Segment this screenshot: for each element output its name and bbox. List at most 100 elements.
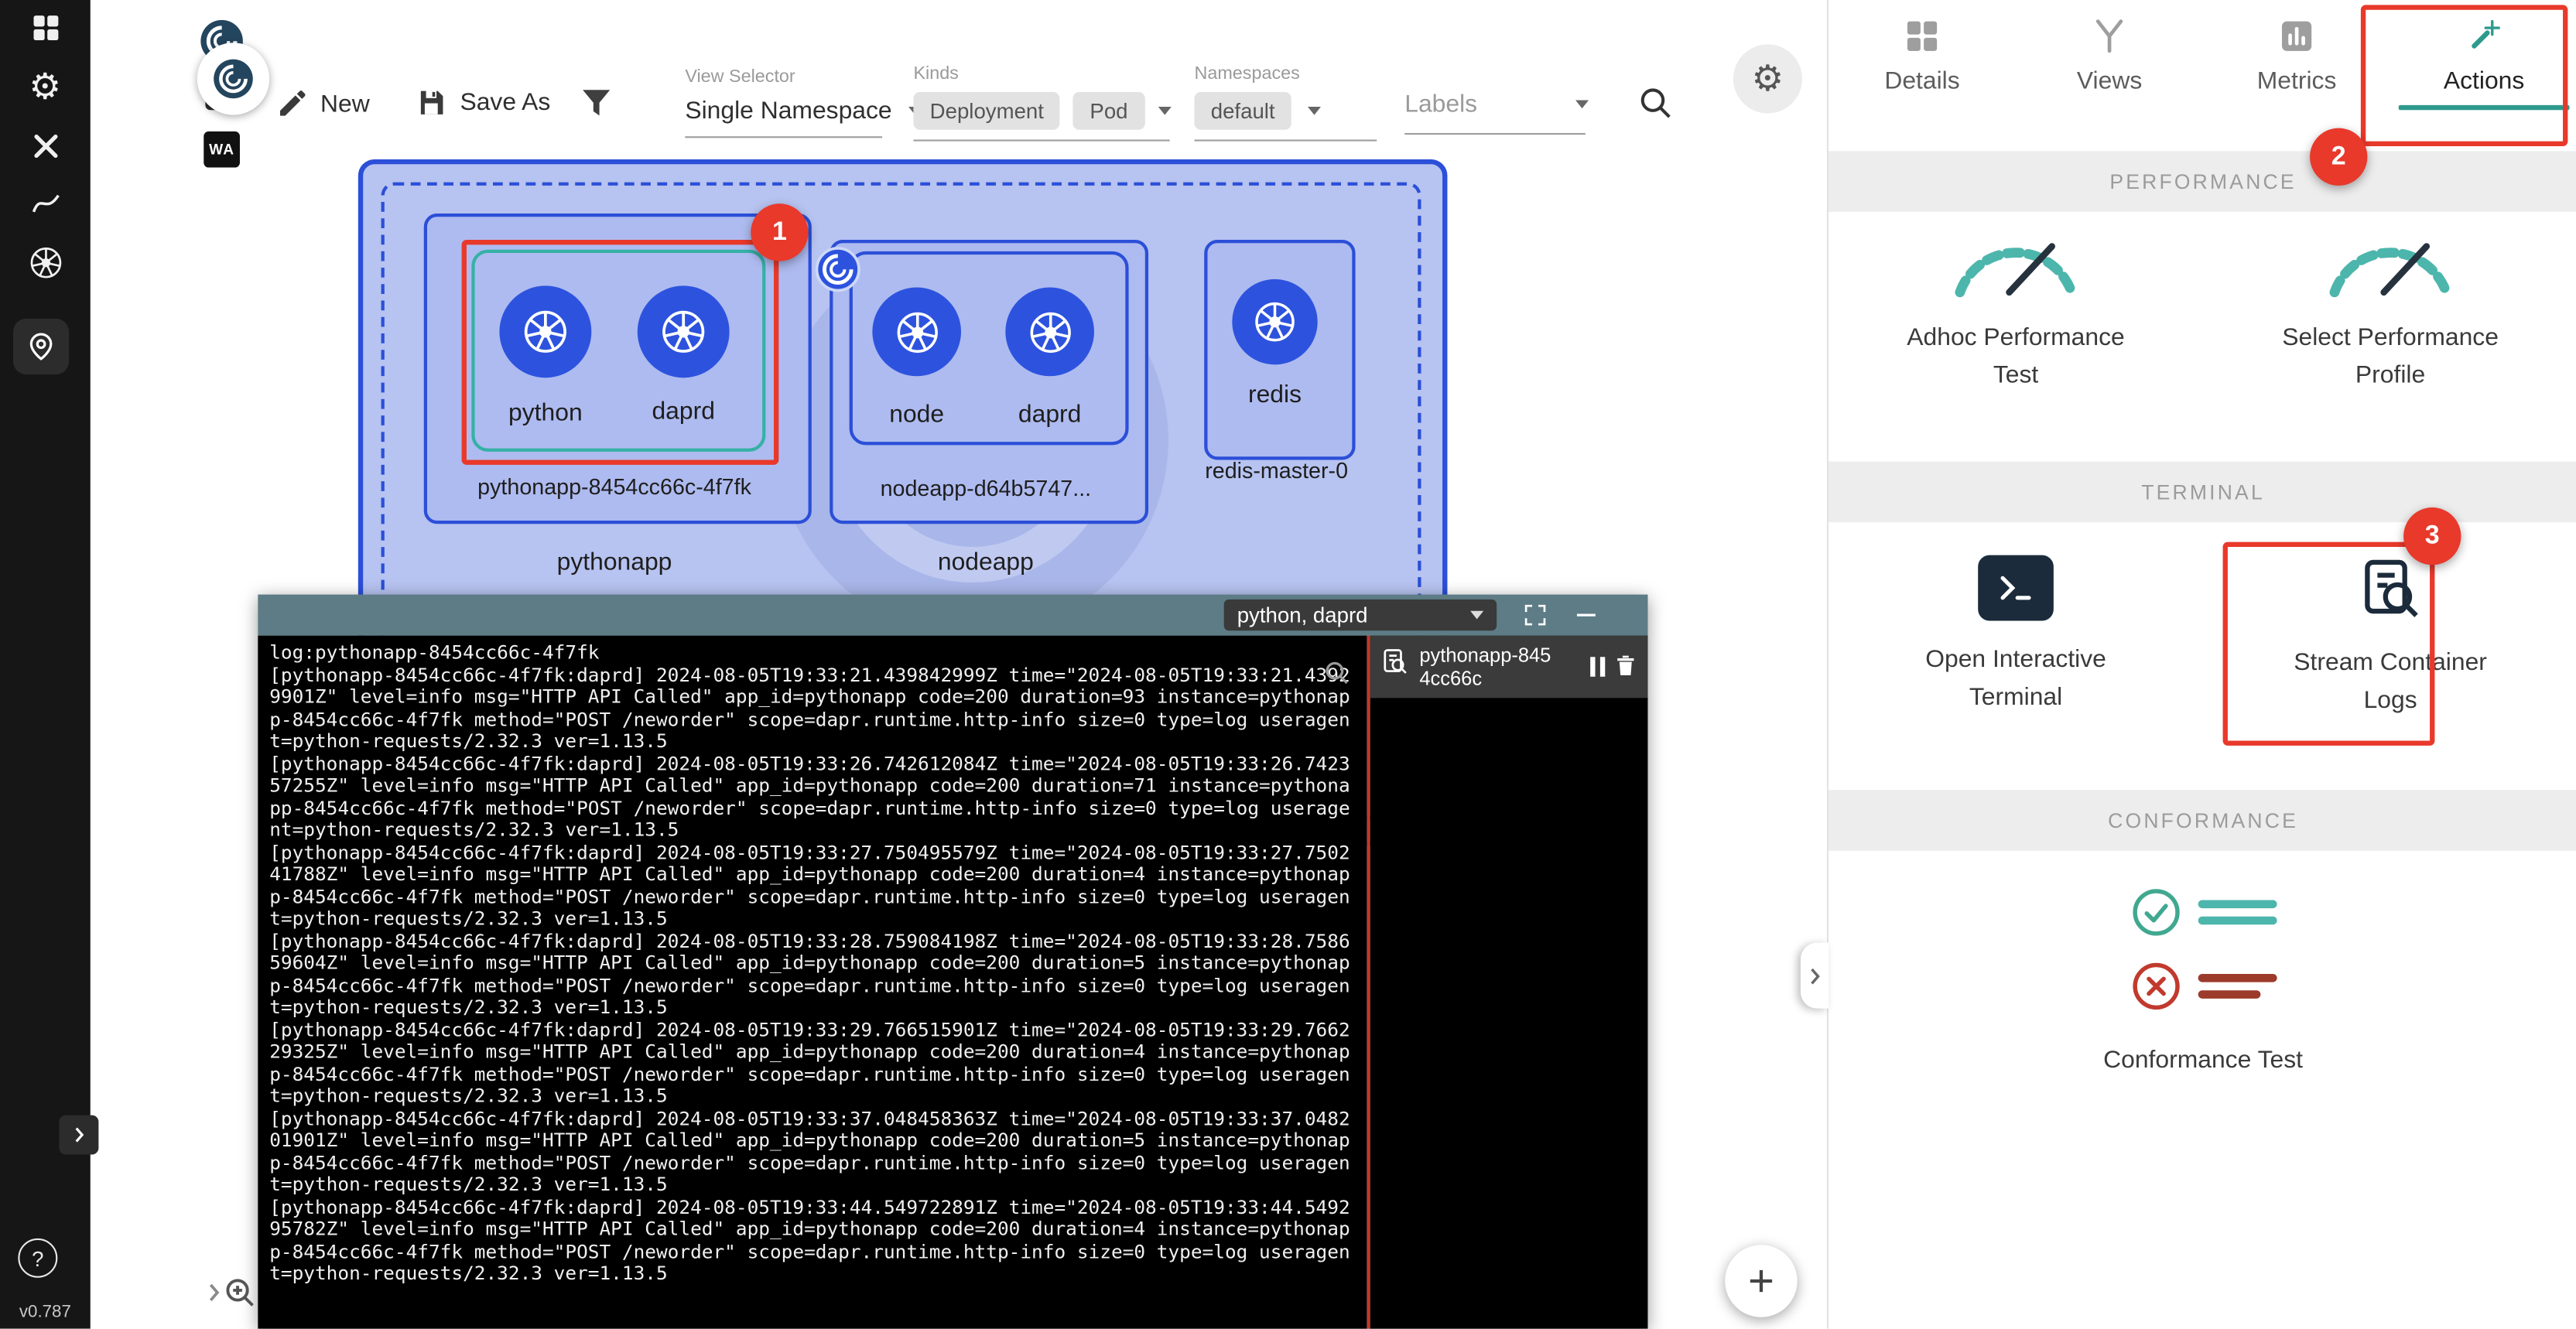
wa-badge[interactable]: WA [204, 132, 240, 168]
deployment-label: nodeapp [830, 548, 1141, 576]
tab-actions[interactable]: Actions [2390, 0, 2576, 145]
tab-label: Views [2077, 67, 2142, 95]
gauge-icon [2321, 224, 2459, 299]
container-selector-dropdown[interactable]: python, daprd [1224, 600, 1497, 630]
select-underline [1194, 139, 1377, 141]
namespaces-label: Namespaces [1194, 64, 1377, 84]
kind-chip-deployment[interactable]: Deployment [913, 92, 1060, 130]
namespaces-filter-group[interactable]: Namespaces default [1194, 64, 1377, 142]
sidebar-expand-button[interactable] [59, 1115, 98, 1155]
view-selector-label: View Selector [685, 67, 922, 87]
container-label: redis [1209, 381, 1341, 409]
kubernetes-wheel-icon [1252, 299, 1298, 344]
pause-stream-button[interactable] [1589, 656, 1605, 675]
add-button[interactable] [1725, 1245, 1797, 1317]
help-button[interactable]: ? [18, 1238, 57, 1278]
container-node-python[interactable] [499, 285, 591, 378]
adhoc-performance-test-action[interactable]: Adhoc PerformanceTest [1829, 224, 2203, 395]
container-label: node [851, 401, 983, 429]
log-search-button[interactable] [1322, 658, 1350, 695]
section-header-conformance: CONFORMANCE [1829, 790, 2576, 851]
pod-name-label: nodeapp-d64b5747... [830, 477, 1141, 501]
tab-label: Details [1884, 67, 1959, 95]
search-button[interactable] [1637, 84, 1675, 129]
kinds-label: Kinds [913, 64, 1170, 84]
scenes-rail: WA [91, 0, 181, 1329]
container-node-daprd[interactable] [638, 285, 730, 378]
log-output-area[interactable]: log:pythonapp-8454cc66c-4f7fk [pythonapp… [258, 636, 1367, 1329]
terminal-prompt-icon [1978, 555, 2054, 621]
save-as-button[interactable]: Save As [416, 87, 550, 118]
gauge-icon [1947, 224, 2085, 299]
gear-icon: ⚙ [1751, 57, 1784, 100]
active-tab-underline [2399, 105, 2570, 110]
panel-collapse-chevron[interactable] [1801, 943, 1829, 1009]
delete-session-button[interactable] [1613, 654, 1638, 678]
fullscreen-icon [1523, 603, 1548, 627]
kind-chip-pod[interactable]: Pod [1073, 92, 1144, 130]
container-node-node[interactable] [872, 288, 961, 377]
tab-label: Metrics [2257, 67, 2337, 95]
select-underline [685, 136, 882, 138]
new-button-label: New [320, 90, 370, 118]
kinds-filter-group[interactable]: Kinds Deployment Pod [913, 64, 1170, 142]
terminal-header: python, daprd [258, 595, 1647, 636]
stream-logs-icon [2356, 555, 2425, 624]
select-performance-profile-action[interactable]: Select PerformanceProfile [2203, 224, 2576, 395]
terminal-fullscreen-button[interactable] [1523, 603, 1548, 627]
annotation-badge-2: 2 [2310, 128, 2367, 186]
container-node-redis[interactable] [1232, 279, 1317, 364]
tab-views[interactable]: Views [2016, 0, 2203, 145]
settings-gears-icon[interactable]: ⚙ [0, 63, 91, 112]
conformance-test-action[interactable]: Conformance Test [1829, 887, 2576, 1078]
log-sessions-panel: pythonapp-8454cc66c [1370, 636, 1648, 1329]
save-icon [416, 87, 446, 118]
container-logs-icon [1380, 647, 1409, 677]
dapr-logo-icon [212, 57, 255, 100]
chevron-right-icon [1804, 965, 1825, 986]
search-icon [1322, 658, 1350, 686]
tab-metrics[interactable]: Metrics [2203, 0, 2390, 145]
curve-tool-icon[interactable] [0, 179, 91, 228]
namespace-chip-default[interactable]: default [1194, 92, 1291, 130]
log-text: log:pythonapp-8454cc66c-4f7fk [pythonapp… [258, 636, 1367, 1292]
annotation-badge-3: 3 [2403, 507, 2461, 565]
container-label: daprd [617, 398, 749, 425]
container-selector-value: python, daprd [1237, 603, 1368, 627]
tools-icon[interactable] [0, 121, 91, 171]
filter-button[interactable] [578, 85, 614, 129]
terminal-minimize-button[interactable] [1574, 603, 1599, 627]
trash-icon [1613, 654, 1638, 678]
right-panel: Details Views Metrics Actions PERFORMANC… [1827, 0, 2576, 1329]
container-label: python [480, 399, 611, 427]
new-button[interactable]: New [276, 87, 370, 120]
view-selector-group[interactable]: View Selector Single Namespace [685, 67, 922, 138]
actions-wand-icon [2465, 16, 2504, 56]
panel-tabs: Details Views Metrics Actions [1829, 0, 2576, 145]
tab-label: Actions [2444, 67, 2524, 95]
dapr-scene-button[interactable] [197, 43, 269, 114]
open-interactive-terminal-action[interactable]: Open InteractiveTerminal [1829, 555, 2203, 719]
canvas-zoom-button[interactable] [222, 1275, 258, 1319]
tab-details[interactable]: Details [1829, 0, 2016, 145]
location-pin-tool-active[interactable] [13, 319, 69, 374]
session-name: pythonapp-8454cc66c [1419, 644, 1557, 689]
stream-container-logs-action[interactable]: Stream ContainerLogs [2203, 555, 2576, 719]
version-label: v0.787 [0, 1303, 91, 1322]
apps-grid-icon[interactable] [0, 3, 91, 53]
pod-name-label: redis-master-0 [1172, 458, 1382, 483]
check-circle-icon [2130, 887, 2181, 938]
pause-icon [1589, 656, 1595, 675]
terminal-panel: python, daprd log:pythonapp-8454cc66c-4f… [258, 595, 1647, 1329]
container-node-daprd2[interactable] [1005, 288, 1094, 377]
log-session-row[interactable]: pythonapp-8454cc66c [1370, 636, 1648, 699]
settings-button[interactable]: ⚙ [1733, 44, 1802, 113]
annotation-badge-1: 1 [751, 203, 808, 261]
select-underline [913, 139, 1169, 141]
pod-name-label: pythonapp-8454cc66c-4f7fk [424, 475, 806, 500]
views-branch-icon [2090, 16, 2130, 56]
cluster-wheel-icon[interactable] [0, 238, 91, 288]
zoom-in-icon [222, 1275, 258, 1311]
labels-filter-group[interactable]: Labels [1404, 91, 1589, 135]
deployment-label: pythonapp [424, 548, 806, 576]
